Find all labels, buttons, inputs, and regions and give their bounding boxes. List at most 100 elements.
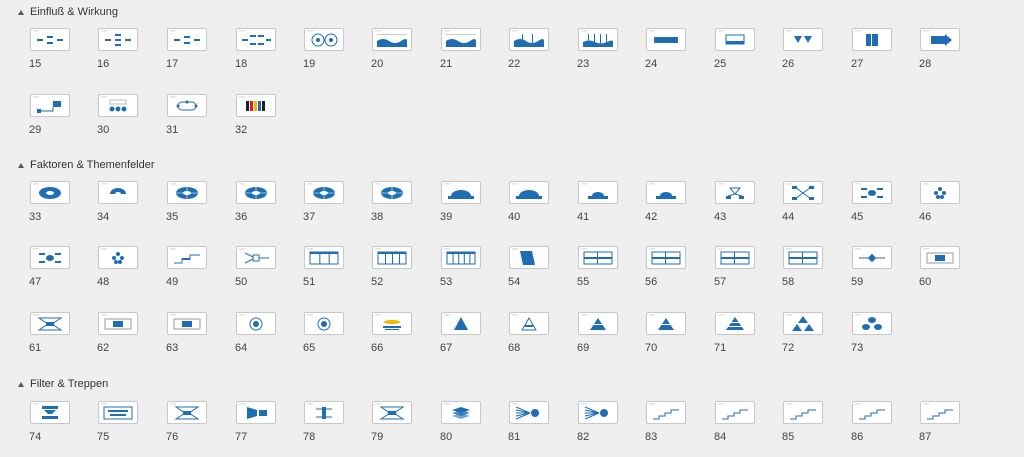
slide-preview[interactable] — [920, 246, 960, 269]
slide-thumbnail[interactable] — [167, 401, 207, 424]
slide-preview[interactable] — [30, 181, 70, 204]
slide-thumbnail[interactable] — [852, 246, 892, 269]
slide-preview[interactable] — [578, 28, 618, 51]
slide-thumbnail[interactable] — [783, 312, 823, 335]
slide-preview[interactable] — [783, 181, 823, 204]
section-header[interactable]: Filter & Treppen — [18, 378, 108, 390]
slide-preview[interactable] — [30, 312, 70, 335]
slide-thumbnail[interactable] — [920, 181, 960, 204]
slide-preview[interactable] — [578, 246, 618, 269]
slide-thumbnail[interactable] — [509, 28, 549, 51]
slide-preview[interactable] — [304, 401, 344, 424]
slide-preview[interactable] — [441, 181, 481, 204]
slide-thumbnail[interactable] — [578, 181, 618, 204]
slide-preview[interactable] — [578, 312, 618, 335]
slide-thumbnail[interactable] — [852, 401, 892, 424]
slide-thumbnail[interactable] — [236, 246, 276, 269]
slide-preview[interactable] — [236, 246, 276, 269]
slide-preview[interactable] — [852, 312, 892, 335]
slide-thumbnail[interactable] — [372, 312, 412, 335]
section-header[interactable]: Faktoren & Themenfelder — [18, 159, 155, 171]
slide-preview[interactable] — [715, 401, 755, 424]
slide-preview[interactable] — [852, 246, 892, 269]
slide-preview[interactable] — [98, 401, 138, 424]
slide-thumbnail[interactable] — [98, 181, 138, 204]
slide-thumbnail[interactable] — [30, 401, 70, 424]
collapse-triangle-icon[interactable] — [18, 162, 24, 168]
slide-preview[interactable] — [167, 181, 207, 204]
slide-thumbnail[interactable] — [920, 28, 960, 51]
slide-preview[interactable] — [30, 28, 70, 51]
slide-preview[interactable] — [372, 181, 412, 204]
slide-preview[interactable] — [578, 401, 618, 424]
slide-preview[interactable] — [646, 246, 686, 269]
slide-preview[interactable] — [441, 312, 481, 335]
slide-preview[interactable] — [98, 246, 138, 269]
slide-thumbnail[interactable] — [783, 181, 823, 204]
slide-thumbnail[interactable] — [441, 401, 481, 424]
slide-thumbnail[interactable] — [372, 246, 412, 269]
slide-thumbnail[interactable] — [167, 28, 207, 51]
slide-thumbnail[interactable] — [852, 28, 892, 51]
slide-preview[interactable] — [372, 312, 412, 335]
slide-thumbnail[interactable] — [304, 28, 344, 51]
slide-preview[interactable] — [783, 246, 823, 269]
slide-preview[interactable] — [236, 181, 276, 204]
slide-thumbnail[interactable] — [30, 246, 70, 269]
slide-preview[interactable] — [578, 181, 618, 204]
slide-thumbnail[interactable] — [304, 181, 344, 204]
slide-preview[interactable] — [236, 28, 276, 51]
slide-preview[interactable] — [167, 312, 207, 335]
slide-thumbnail[interactable] — [167, 312, 207, 335]
slide-preview[interactable] — [167, 28, 207, 51]
slide-thumbnail[interactable] — [852, 312, 892, 335]
slide-preview[interactable] — [646, 401, 686, 424]
slide-thumbnail[interactable] — [98, 401, 138, 424]
slide-preview[interactable] — [167, 246, 207, 269]
slide-preview[interactable] — [372, 401, 412, 424]
slide-thumbnail[interactable] — [30, 181, 70, 204]
slide-preview[interactable] — [646, 312, 686, 335]
slide-thumbnail[interactable] — [30, 94, 70, 117]
slide-thumbnail[interactable] — [304, 312, 344, 335]
slide-thumbnail[interactable] — [783, 401, 823, 424]
slide-preview[interactable] — [783, 401, 823, 424]
slide-preview[interactable] — [783, 28, 823, 51]
slide-thumbnail[interactable] — [236, 401, 276, 424]
slide-preview[interactable] — [236, 94, 276, 117]
slide-preview[interactable] — [509, 401, 549, 424]
slide-thumbnail[interactable] — [509, 401, 549, 424]
slide-preview[interactable] — [304, 181, 344, 204]
slide-preview[interactable] — [441, 246, 481, 269]
slide-preview[interactable] — [441, 401, 481, 424]
collapse-triangle-icon[interactable] — [18, 381, 24, 387]
slide-thumbnail[interactable] — [236, 94, 276, 117]
slide-thumbnail[interactable] — [98, 312, 138, 335]
slide-thumbnail[interactable] — [372, 181, 412, 204]
slide-preview[interactable] — [98, 28, 138, 51]
slide-preview[interactable] — [304, 246, 344, 269]
slide-thumbnail[interactable] — [509, 246, 549, 269]
slide-preview[interactable] — [920, 181, 960, 204]
slide-thumbnail[interactable] — [646, 312, 686, 335]
slide-thumbnail[interactable] — [783, 28, 823, 51]
slide-thumbnail[interactable] — [441, 28, 481, 51]
slide-preview[interactable] — [920, 401, 960, 424]
slide-thumbnail[interactable] — [715, 246, 755, 269]
slide-thumbnail[interactable] — [98, 28, 138, 51]
slide-thumbnail[interactable] — [441, 312, 481, 335]
slide-preview[interactable] — [852, 401, 892, 424]
slide-preview[interactable] — [920, 28, 960, 51]
slide-thumbnail[interactable] — [304, 246, 344, 269]
slide-preview[interactable] — [167, 401, 207, 424]
slide-preview[interactable] — [509, 28, 549, 51]
slide-thumbnail[interactable] — [783, 246, 823, 269]
slide-preview[interactable] — [30, 401, 70, 424]
slide-thumbnail[interactable] — [304, 401, 344, 424]
slide-thumbnail[interactable] — [30, 312, 70, 335]
slide-thumbnail[interactable] — [646, 246, 686, 269]
slide-preview[interactable] — [441, 28, 481, 51]
slide-preview[interactable] — [304, 28, 344, 51]
slide-preview[interactable] — [646, 181, 686, 204]
slide-thumbnail[interactable] — [441, 181, 481, 204]
